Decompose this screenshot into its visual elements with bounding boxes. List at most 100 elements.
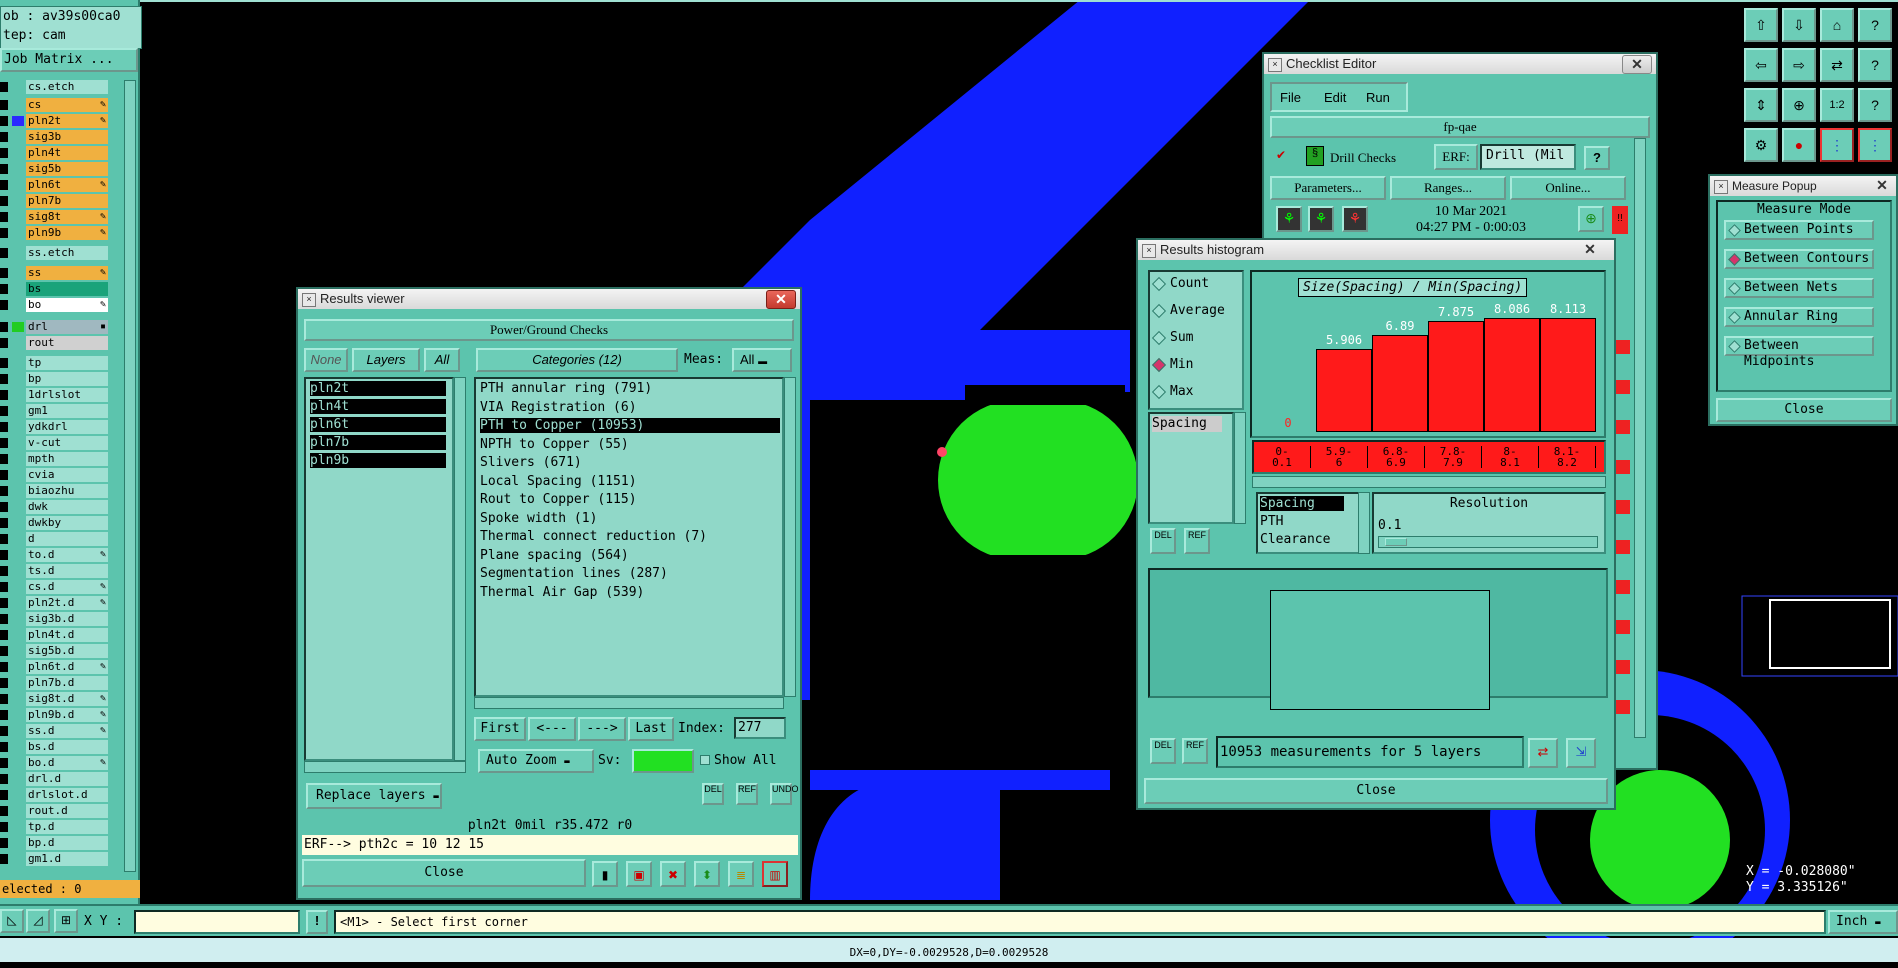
none-button[interactable]: None: [304, 348, 348, 372]
layer-checkbox[interactable]: [0, 790, 8, 800]
histogram-icon[interactable]: ▥: [762, 861, 788, 887]
slider-thumb[interactable]: [1385, 538, 1407, 546]
next-button[interactable]: --->: [578, 717, 626, 741]
layer-checkbox[interactable]: [0, 774, 8, 784]
pan-right-icon[interactable]: ⇨: [1782, 48, 1816, 82]
category-item[interactable]: Segmentation lines (287): [480, 566, 668, 581]
mode-radio-sum[interactable]: Sum: [1151, 330, 1193, 345]
check-name[interactable]: Drill Checks: [1330, 150, 1396, 166]
layer-row[interactable]: 1drlslot: [0, 388, 110, 402]
notes-icon[interactable]: ≣: [728, 861, 754, 887]
show-all-checkbox[interactable]: [700, 755, 710, 765]
type-item[interactable]: Spacing: [1260, 496, 1344, 511]
erf-field[interactable]: Drill (Mil: [1480, 144, 1576, 170]
layer-checkbox[interactable]: [0, 566, 8, 576]
zoom-home-icon[interactable]: ⇧: [1744, 8, 1778, 42]
help-button[interactable]: ?: [1584, 146, 1610, 170]
category-item[interactable]: Thermal connect reduction (7): [480, 529, 707, 544]
export-icon[interactable]: ⬍: [694, 861, 720, 887]
histogram-close-button[interactable]: Close: [1144, 778, 1608, 804]
type-item[interactable]: Clearance: [1260, 532, 1330, 547]
del-button[interactable]: DEL: [702, 783, 724, 805]
layer-checkbox[interactable]: [0, 268, 8, 278]
layer-row[interactable]: mpth: [0, 452, 110, 466]
layer-row[interactable]: bp: [0, 372, 110, 386]
type-list[interactable]: Spacing PTH Clearance: [1256, 492, 1360, 554]
layer-row[interactable]: to.d ✎: [0, 548, 110, 562]
layer-checkbox[interactable]: [0, 374, 8, 384]
layer-checkbox[interactable]: [0, 518, 8, 528]
pan-left-icon[interactable]: ⇦: [1744, 48, 1778, 82]
measure-mode-between-points[interactable]: Between Points: [1724, 220, 1874, 240]
layer-checkbox[interactable]: [0, 710, 8, 720]
measure-mode-between-nets[interactable]: Between Nets: [1724, 278, 1874, 298]
layer-row[interactable]: dwkby: [0, 516, 110, 530]
histogram-bar[interactable]: [1372, 335, 1428, 432]
layer-row[interactable]: bs.d: [0, 740, 110, 754]
layer-checkbox[interactable]: [0, 598, 8, 608]
measure-close-button[interactable]: Close: [1716, 398, 1892, 422]
layer-row[interactable]: drlslot.d: [0, 788, 110, 802]
layer-row[interactable]: pln4t.d: [0, 628, 110, 642]
measure-item[interactable]: Spacing: [1152, 416, 1222, 432]
report-icon[interactable]: ▣: [626, 861, 652, 887]
home-icon[interactable]: ⌂: [1820, 8, 1854, 42]
layer-row[interactable]: bs: [0, 282, 110, 296]
layer-checkbox[interactable]: [0, 550, 8, 560]
menu-file[interactable]: File: [1280, 90, 1301, 105]
layer-checkbox[interactable]: [0, 614, 8, 624]
close-icon[interactable]: ✕: [1872, 177, 1892, 194]
category-item[interactable]: Plane spacing (564): [480, 548, 629, 563]
checklist-scrollbar[interactable]: [1634, 138, 1646, 738]
layer-checkbox[interactable]: [0, 454, 8, 464]
center-icon[interactable]: ⊕: [1782, 88, 1816, 122]
layer-row[interactable]: dwk: [0, 500, 110, 514]
type-scrollbar[interactable]: [1358, 492, 1370, 554]
categories-list[interactable]: PTH annular ring (791) VIA Registration (…: [474, 377, 784, 697]
layer-row[interactable]: ss ✎: [0, 266, 110, 280]
layer-row[interactable]: sig5b.d: [0, 644, 110, 658]
warning-icon[interactable]: !: [306, 910, 328, 934]
layer-list-item[interactable]: pln9b: [310, 453, 446, 468]
layer-row[interactable]: pln9b ✎: [0, 226, 110, 240]
layer-checkbox[interactable]: [0, 678, 8, 688]
layer-checkbox[interactable]: [0, 806, 8, 816]
menu-run[interactable]: Run: [1366, 90, 1390, 105]
category-item[interactable]: NPTH to Copper (55): [480, 437, 629, 452]
job-matrix-button[interactable]: Job Matrix ...: [0, 48, 138, 72]
resolution-slider[interactable]: [1378, 536, 1598, 548]
online-button[interactable]: Online...: [1510, 176, 1626, 200]
layer-row[interactable]: pln9b.d ✎: [0, 708, 110, 722]
zoom-icon[interactable]: ⊕: [1578, 206, 1604, 232]
layer-checkbox[interactable]: [0, 742, 8, 752]
layer-row[interactable]: biaozhu: [0, 484, 110, 498]
layer-scrollbar[interactable]: [124, 80, 136, 872]
layer-checkbox[interactable]: [0, 470, 8, 480]
measure-mode-between-contours[interactable]: Between Contours: [1724, 249, 1874, 269]
layers-hscroll[interactable]: [304, 761, 466, 773]
measure-mode-between-midpoints[interactable]: Between Midpoints: [1724, 336, 1874, 369]
layer-checkbox[interactable]: [0, 338, 8, 348]
layer-row[interactable]: drl ▪: [0, 320, 110, 334]
snapshot-icon[interactable]: ⇲: [1566, 738, 1596, 768]
layer-checkbox[interactable]: [0, 582, 8, 592]
histogram-bar[interactable]: [1540, 318, 1596, 432]
layer-row[interactable]: sig8t ✎: [0, 210, 110, 224]
measure-scrollbar[interactable]: [1234, 412, 1246, 524]
mode-radio-max[interactable]: Max: [1151, 384, 1193, 399]
snap-icon[interactable]: ⚙: [1744, 128, 1778, 162]
layer-row[interactable]: drl.d: [0, 772, 110, 786]
layer-row[interactable]: d: [0, 532, 110, 546]
layer-row[interactable]: sig3b: [0, 130, 110, 144]
layer-checkbox[interactable]: [0, 390, 8, 400]
layer-list-item[interactable]: pln6t: [310, 417, 446, 432]
layer-checkbox[interactable]: [0, 694, 8, 704]
layer-row[interactable]: sig8t.d ✎: [0, 692, 110, 706]
layer-row[interactable]: rout: [0, 336, 110, 350]
layer-row[interactable]: v-cut: [0, 436, 110, 450]
layer-checkbox[interactable]: [0, 164, 8, 174]
layer-row[interactable]: tp: [0, 356, 110, 370]
categories-scrollbar[interactable]: [784, 377, 796, 697]
grid-icon[interactable]: ⊞: [54, 909, 78, 933]
select-icon[interactable]: ◺: [0, 909, 24, 933]
